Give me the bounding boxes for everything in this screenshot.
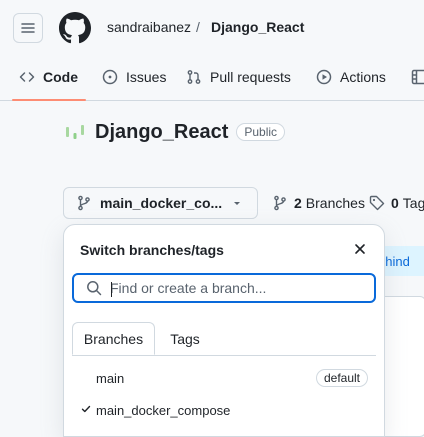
visibility-badge: Public: [236, 123, 285, 141]
code-icon: [19, 69, 35, 85]
tag-icon: [369, 195, 385, 211]
branch-item-main[interactable]: main default: [72, 362, 376, 394]
table-icon: [411, 69, 424, 85]
tab-branches[interactable]: Branches: [72, 322, 155, 355]
tab-tags[interactable]: Tags: [165, 322, 205, 355]
branch-search-box: [72, 273, 376, 303]
branch-search-input[interactable]: [110, 280, 350, 296]
close-button[interactable]: [350, 239, 370, 259]
tab-actions[interactable]: Actions: [316, 62, 386, 92]
tab-actions-label: Actions: [340, 69, 386, 85]
tab-pull-requests-label: Pull requests: [210, 69, 291, 85]
repo-name[interactable]: Django_React: [95, 121, 228, 144]
breadcrumb-repo-link[interactable]: Django_React: [211, 19, 304, 35]
branch-icon: [76, 195, 92, 211]
branch-item-label: main: [96, 371, 124, 386]
text-cursor: [111, 282, 112, 297]
branch-item-main-docker-compose[interactable]: main_docker_compose: [72, 394, 376, 426]
repo-avatar-icon: [63, 120, 87, 144]
tab-pull-requests[interactable]: Pull requests: [186, 62, 291, 92]
branch-select-button[interactable]: main_docker_co...: [63, 187, 258, 219]
close-icon: [354, 243, 366, 255]
hamburger-menu-button[interactable]: [13, 13, 43, 43]
current-branch-label: main_docker_co...: [100, 195, 222, 211]
tab-projects-partial[interactable]: [411, 62, 424, 92]
pull-request-icon: [186, 69, 202, 85]
branch-switcher-popover: Switch branches/tags Branches Tags main …: [63, 224, 385, 437]
breadcrumb-owner-link[interactable]: sandraibanez: [107, 19, 191, 35]
repo-nav-tabs: Code Issues Pull requests Actions: [0, 62, 424, 92]
issue-icon: [102, 69, 118, 85]
tags-label: Tag: [403, 195, 424, 211]
branches-link[interactable]: 2 Branches: [272, 195, 365, 211]
caret-down-icon: [231, 197, 243, 209]
tab-code-label: Code: [43, 69, 78, 85]
tab-issues-label: Issues: [126, 69, 166, 85]
branch-icon: [272, 195, 288, 211]
default-badge: default: [316, 369, 368, 387]
tags-link[interactable]: 0 Tag: [369, 195, 424, 211]
github-logo-icon[interactable]: [59, 12, 91, 44]
branches-count: 2: [294, 195, 302, 211]
repo-header: sandraibanez / Django_React Code Issues …: [0, 0, 424, 101]
branches-label: Branches: [306, 195, 365, 211]
branch-tag-tabs: Branches Tags: [72, 322, 376, 356]
tab-issues[interactable]: Issues: [102, 62, 166, 92]
breadcrumb-separator: /: [196, 19, 200, 35]
search-icon: [86, 280, 102, 296]
popover-title: Switch branches/tags: [80, 242, 224, 258]
play-icon: [316, 69, 332, 85]
repo-title: Django_React Public: [63, 120, 285, 144]
tags-count: 0: [391, 195, 399, 211]
branch-item-label: main_docker_compose: [96, 403, 230, 418]
tab-code[interactable]: Code: [19, 62, 78, 92]
check-icon: [81, 404, 91, 414]
menu-icon: [20, 20, 36, 36]
